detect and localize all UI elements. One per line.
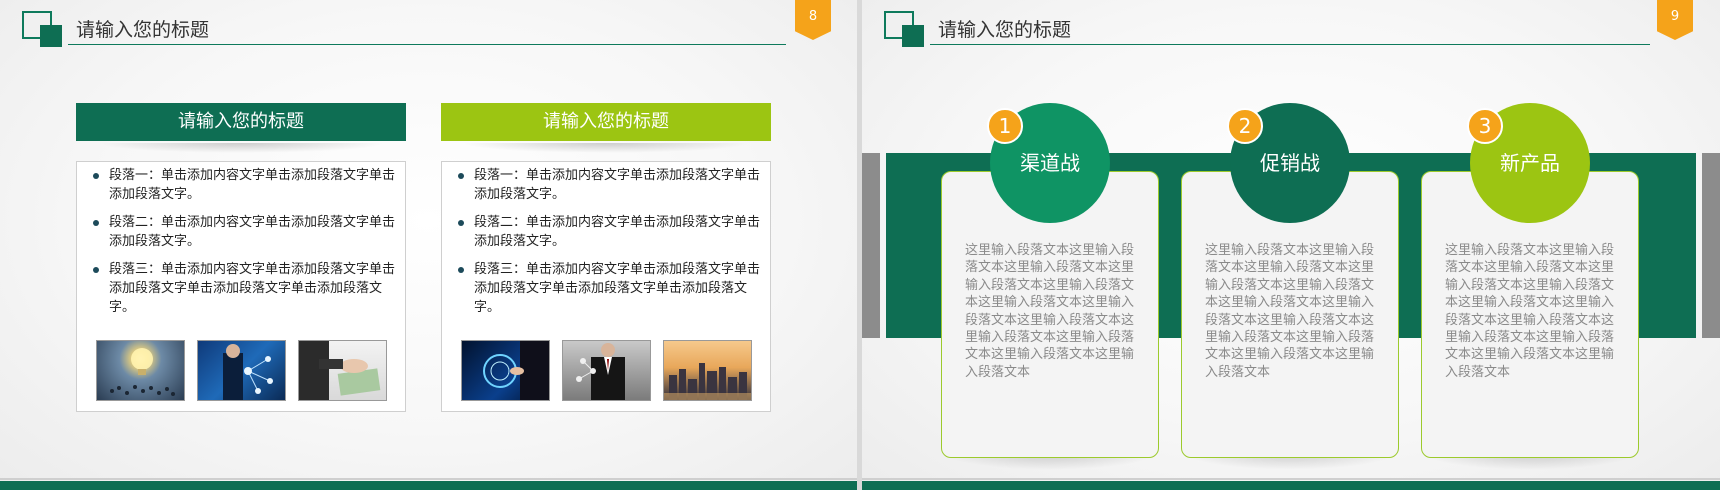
- card-text: 这里输入段落文本这里输入段落文本这里输入段落文本这里输入段落文本这里输入段落文本…: [965, 243, 1135, 380]
- title-underline: [930, 44, 1650, 45]
- column-heading-left: 请输入您的标题: [76, 103, 406, 153]
- side-accent-left: [862, 153, 880, 338]
- list-item: 段落三：单击添加内容文字单击添加段落文字单击添加段落文字单击添加段落文字单击添加…: [87, 260, 397, 317]
- card-text: 这里输入段落文本这里输入段落文本这里输入段落文本这里输入段落文本这里输入段落文本…: [1445, 243, 1615, 380]
- number-badge: 2: [1227, 108, 1263, 144]
- bullet-text: 段落二：单击添加内容文字单击添加段落文字单击添加段落文字。: [474, 215, 761, 249]
- businessman-network-photo-icon: [562, 340, 651, 401]
- content-box-left: 段落一：单击添加内容文字单击添加段落文字单击添加段落文字。 段落二：单击添加内容…: [76, 161, 406, 412]
- title-square-fill-icon: [902, 25, 924, 47]
- content-box-right: 段落一：单击添加内容文字单击添加段落文字单击添加段落文字。 段落二：单击添加内容…: [441, 161, 771, 412]
- bullet-list: 段落一：单击添加内容文字单击添加段落文字单击添加段落文字。 段落二：单击添加内容…: [87, 166, 397, 326]
- bullet-dot-icon: [93, 173, 99, 179]
- bullet-text: 段落三：单击添加内容文字单击添加段落文字单击添加段落文字单击添加段落文字单击添加…: [474, 262, 761, 315]
- page-number-badge: 8: [795, 0, 831, 40]
- bottom-bar: [0, 478, 857, 490]
- column-heading-right: 请输入您的标题: [441, 103, 771, 153]
- list-item: 段落一：单击添加内容文字单击添加段落文字单击添加段落文字。: [452, 166, 762, 204]
- list-item: 段落二：单击添加内容文字单击添加段落文字单击添加段落文字。: [452, 213, 762, 251]
- bullet-dot-icon: [458, 220, 464, 226]
- slide-title: 请输入您的标题: [76, 19, 210, 41]
- bullet-text: 段落三：单击添加内容文字单击添加段落文字单击添加段落文字单击添加段落文字单击添加…: [109, 262, 396, 315]
- title-square-fill-icon: [40, 25, 62, 47]
- slide-8: 请输入您的标题 8 请输入您的标题 段落一：单击添加内容文字单击添加段落文字单击…: [0, 0, 857, 490]
- bullet-dot-icon: [458, 267, 464, 273]
- handshake-money-photo-icon: [298, 340, 387, 401]
- bottom-bar: [862, 478, 1720, 490]
- card-text: 这里输入段落文本这里输入段落文本这里输入段落文本这里输入段落文本这里输入段落文本…: [1205, 243, 1375, 380]
- list-item: 段落二：单击添加内容文字单击添加段落文字单击添加段落文字。: [87, 213, 397, 251]
- bullet-list: 段落一：单击添加内容文字单击添加段落文字单击添加段落文字。 段落二：单击添加内容…: [452, 166, 762, 326]
- city-skyline-photo-icon: [663, 340, 752, 401]
- bullet-text: 段落二：单击添加内容文字单击添加段落文字单击添加段落文字。: [109, 215, 396, 249]
- lightbulb-crowd-photo-icon: [96, 340, 185, 401]
- bullet-dot-icon: [93, 267, 99, 273]
- slide-9: 请输入您的标题 9 这里输入段落文本这里输入段落文本这里输入段落文本这里输入段落…: [862, 0, 1720, 490]
- number-badge: 1: [987, 108, 1023, 144]
- list-item: 段落三：单击添加内容文字单击添加段落文字单击添加段落文字单击添加段落文字单击添加…: [452, 260, 762, 317]
- bullet-dot-icon: [93, 220, 99, 226]
- side-accent-right: [1702, 153, 1720, 338]
- slide-title: 请输入您的标题: [938, 19, 1072, 41]
- number-badge: 3: [1467, 108, 1503, 144]
- page-number-badge: 9: [1657, 0, 1693, 40]
- list-item: 段落一：单击添加内容文字单击添加段落文字单击添加段落文字。: [87, 166, 397, 204]
- bullet-text: 段落一：单击添加内容文字单击添加段落文字单击添加段落文字。: [109, 168, 396, 202]
- tech-touch-photo-icon: [461, 340, 550, 401]
- title-underline: [68, 44, 786, 45]
- bullet-dot-icon: [458, 173, 464, 179]
- bullet-text: 段落一：单击添加内容文字单击添加段落文字单击添加段落文字。: [474, 168, 761, 202]
- business-network-photo-icon: [197, 340, 286, 401]
